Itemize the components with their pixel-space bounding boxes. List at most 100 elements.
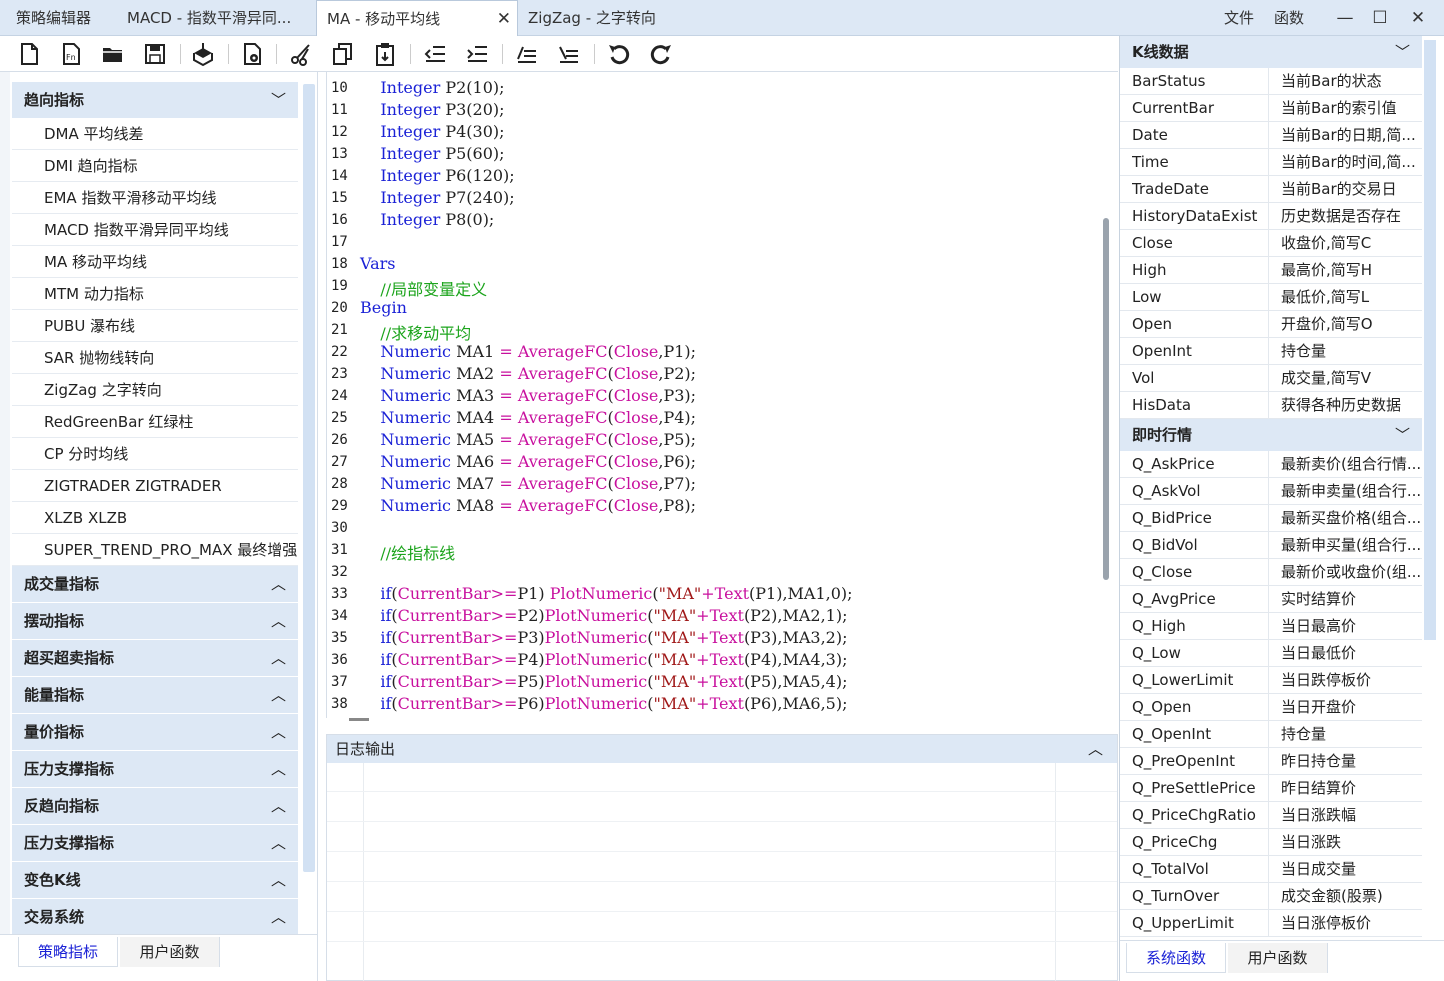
tab-strategy-editor[interactable]: 策略编辑器	[0, 0, 112, 36]
maximize-icon[interactable]: ☐	[1365, 0, 1395, 36]
function-row[interactable]: OpenInt 持仓量	[1120, 338, 1422, 365]
function-row[interactable]: Time 当前Bar的时间,简...	[1120, 149, 1422, 176]
group-color-kline[interactable]: 变色K线 ︿	[12, 862, 298, 898]
function-row[interactable]: Q_AskPrice 最新卖价(组合行情...	[1120, 451, 1422, 478]
new-function-icon[interactable]: Fn	[58, 41, 84, 67]
tab-zigzag[interactable]: ZigZag - 之字转向	[520, 0, 720, 36]
line-number: 35	[331, 630, 348, 646]
function-row[interactable]: Q_TotalVol 当日成交量	[1120, 856, 1422, 883]
function-row[interactable]: Q_PreOpenInt 昨日持仓量	[1120, 748, 1422, 775]
function-row[interactable]: Close 收盘价,简写C	[1120, 230, 1422, 257]
function-row[interactable]: Vol 成交量,简写V	[1120, 365, 1422, 392]
list-item[interactable]: SUPER_TREND_PRO_MAX 最终增强	[12, 534, 298, 566]
function-row[interactable]: Q_Low 当日最低价	[1120, 640, 1422, 667]
close-icon[interactable]: ✕	[497, 1, 511, 37]
group-trading-system[interactable]: 交易系统 ︿	[12, 899, 298, 935]
tab-user-functions-right[interactable]: 用户函数	[1228, 943, 1328, 973]
menu-function[interactable]: 函数	[1274, 0, 1304, 36]
minimize-icon[interactable]: —	[1330, 0, 1360, 36]
function-row[interactable]: Q_LowerLimit 当日跌停板价	[1120, 667, 1422, 694]
group-overbought[interactable]: 超买超卖指标 ︿	[12, 640, 298, 676]
function-row[interactable]: Q_AskVol 最新申卖量(组合行...	[1120, 478, 1422, 505]
code-token: +	[701, 584, 715, 603]
function-row[interactable]: Q_PreSettlePrice 昨日结算价	[1120, 775, 1422, 802]
group-kline-data[interactable]: K线数据 ﹀	[1120, 36, 1422, 68]
function-row[interactable]: HisData 获得各种历史数据	[1120, 392, 1422, 419]
import-icon[interactable]	[190, 41, 216, 67]
cut-icon[interactable]	[288, 41, 314, 67]
copy-icon[interactable]	[330, 41, 356, 67]
group-support-2[interactable]: 压力支撑指标 ︿	[12, 825, 298, 861]
function-row[interactable]: Q_OpenInt 持仓量	[1120, 721, 1422, 748]
function-row[interactable]: Q_Close 最新价或收盘价(组...	[1120, 559, 1422, 586]
list-item[interactable]: EMA 指数平滑移动平均线	[12, 182, 298, 214]
open-folder-icon[interactable]	[100, 41, 126, 67]
function-row[interactable]: Q_AvgPrice 实时结算价	[1120, 586, 1422, 613]
code-line: Integer P4(30);	[360, 122, 504, 141]
settings-file-icon[interactable]	[240, 41, 266, 67]
list-item[interactable]: ZIGTRADER ZIGTRADER	[12, 470, 298, 502]
list-item[interactable]: SAR 抛物线转向	[12, 342, 298, 374]
function-row[interactable]: CurrentBar 当前Bar的索引值	[1120, 95, 1422, 122]
function-row[interactable]: Q_Open 当日开盘价	[1120, 694, 1422, 721]
function-desc: 当日成交量	[1268, 856, 1422, 883]
list-item[interactable]: DMI 趋向指标	[12, 150, 298, 182]
function-row[interactable]: Q_TurnOver 成交金额(股票)	[1120, 883, 1422, 910]
function-row[interactable]: Q_BidPrice 最新买盘价格(组合...	[1120, 505, 1422, 532]
tab-ma[interactable]: MA - 移动平均线 ✕	[316, 0, 518, 37]
close-window-icon[interactable]: ✕	[1403, 0, 1433, 36]
group-energy[interactable]: 能量指标 ︿	[12, 677, 298, 713]
menu-file[interactable]: 文件	[1224, 0, 1254, 36]
function-row[interactable]: TradeDate 当前Bar的交易日	[1120, 176, 1422, 203]
tab-system-functions[interactable]: 系统函数	[1126, 943, 1226, 973]
code-editor[interactable]: 10 Integer P2(10); 11 Integer P3(20); 12 I…	[326, 72, 1118, 721]
function-row[interactable]: Open 开盘价,简写O	[1120, 311, 1422, 338]
list-item[interactable]: PUBU 瀑布线	[12, 310, 298, 342]
list-item[interactable]: MA 移动平均线	[12, 246, 298, 278]
save-icon[interactable]	[142, 41, 168, 67]
editor-hscrollbar[interactable]	[349, 718, 369, 721]
function-row[interactable]: Date 当前Bar的日期,简...	[1120, 122, 1422, 149]
function-row[interactable]: Low 最低价,简写L	[1120, 284, 1422, 311]
function-row[interactable]: HistoryDataExist 历史数据是否存在	[1120, 203, 1422, 230]
function-row[interactable]: Q_PriceChg 当日涨跌	[1120, 829, 1422, 856]
list-item[interactable]: CP 分时均线	[12, 438, 298, 470]
group-support[interactable]: 压力支撑指标 ︿	[12, 751, 298, 787]
group-oscillator[interactable]: 摆动指标 ︿	[12, 603, 298, 639]
function-row[interactable]: BarStatus 当前Bar的状态	[1120, 68, 1422, 95]
log-header[interactable]: 日志输出 ︿	[327, 735, 1117, 763]
list-item[interactable]: RedGreenBar 红绿柱	[12, 406, 298, 438]
new-file-icon[interactable]	[16, 41, 42, 67]
group-trend[interactable]: 趋向指标 ﹀	[12, 82, 298, 118]
left-scrollbar[interactable]	[303, 84, 315, 872]
function-name: Q_BidPrice	[1132, 509, 1212, 527]
function-row[interactable]: Q_PriceChgRatio 当日涨跌幅	[1120, 802, 1422, 829]
function-row[interactable]: Q_UpperLimit 当日涨停板价	[1120, 910, 1422, 937]
paste-icon[interactable]	[372, 41, 398, 67]
group-volume[interactable]: 成交量指标 ︿	[12, 566, 298, 602]
list-item[interactable]: DMA 平均线差	[12, 118, 298, 150]
list-item[interactable]: XLZB XLZB	[12, 502, 298, 534]
editor-scrollbar[interactable]	[1103, 218, 1109, 580]
code-token: P3)	[517, 628, 545, 647]
function-row[interactable]: Q_BidVol 最新申买量(组合行...	[1120, 532, 1422, 559]
right-scrollbar[interactable]	[1424, 40, 1436, 640]
list-item[interactable]: ZigZag 之字转向	[12, 374, 298, 406]
outdent-icon[interactable]	[422, 41, 448, 67]
list-item[interactable]: MACD 指数平滑异同平均线	[12, 214, 298, 246]
group-reverse-trend[interactable]: 反趋向指标 ︿	[12, 788, 298, 824]
group-realtime-quote[interactable]: 即时行情 ﹀	[1120, 419, 1422, 451]
comment-icon[interactable]	[514, 41, 540, 67]
indent-icon[interactable]	[464, 41, 490, 67]
undo-icon[interactable]	[606, 41, 632, 67]
list-item[interactable]: MTM 动力指标	[12, 278, 298, 310]
function-row[interactable]: High 最高价,简写H	[1120, 257, 1422, 284]
redo-icon[interactable]	[648, 41, 674, 67]
tab-user-functions[interactable]: 用户函数	[120, 937, 220, 967]
function-row[interactable]: Q_High 当日最高价	[1120, 613, 1422, 640]
tab-macd[interactable]: MACD - 指数平滑异同...	[112, 0, 316, 36]
group-volume-price[interactable]: 量价指标 ︿	[12, 714, 298, 750]
uncomment-icon[interactable]	[556, 41, 582, 67]
tab-strategy-indicators[interactable]: 策略指标	[18, 937, 118, 967]
